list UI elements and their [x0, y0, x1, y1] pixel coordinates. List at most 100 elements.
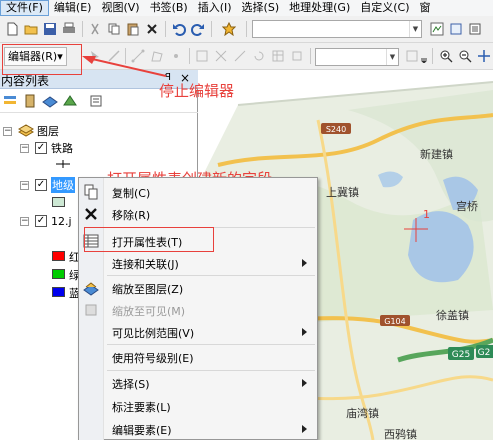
- copy-icon[interactable]: [105, 20, 123, 38]
- toolbar-separator: [82, 21, 83, 37]
- town-label: 上冀镇: [326, 185, 359, 199]
- green-band-swatch: [52, 269, 65, 279]
- copy-icon: [84, 184, 98, 200]
- chevron-down-icon[interactable]: ▼: [409, 21, 421, 37]
- redo-icon[interactable]: [189, 20, 207, 38]
- add-data-icon[interactable]: [216, 20, 242, 38]
- save-icon[interactable]: [41, 20, 59, 38]
- collapse-icon[interactable]: −: [3, 126, 12, 136]
- toc-window-icon[interactable]: [466, 20, 484, 38]
- ctx-label-features[interactable]: 标注要素(L): [79, 395, 317, 417]
- tree-row-raster[interactable]: − ✓ 12.j: [20, 212, 72, 230]
- menu-file[interactable]: 文件(F): [0, 0, 49, 16]
- submenu-arrow-icon: [302, 259, 307, 267]
- ctx-use-symbol-levels[interactable]: 使用符号级别(E): [79, 346, 317, 368]
- ctx-label: 缩放至图层(Z): [112, 283, 184, 296]
- red-band-swatch: [52, 251, 65, 261]
- ctx-label: 可见比例范围(V): [112, 327, 195, 340]
- ctx-copy[interactable]: 复制(C): [79, 181, 317, 203]
- scale-combo[interactable]: ▼: [252, 20, 422, 38]
- toolbar-separator: [246, 21, 247, 37]
- menu-insert[interactable]: 插入(I): [193, 0, 237, 16]
- layer-visibility-checkbox[interactable]: ✓: [35, 142, 47, 154]
- list-by-source-icon[interactable]: [22, 93, 38, 109]
- attribute-table-highlight-box: [84, 227, 214, 252]
- paste-icon[interactable]: [124, 20, 142, 38]
- delete-icon[interactable]: [143, 20, 161, 38]
- collapse-icon[interactable]: −: [20, 216, 29, 226]
- ctx-label: 移除(R): [112, 209, 151, 222]
- editor-toolbar-icon[interactable]: [428, 20, 446, 38]
- ctx-label: 标注要素(L): [112, 401, 171, 414]
- create-features-icon: [403, 47, 421, 65]
- standard-toolbar: ▼: [0, 16, 493, 43]
- road-shield-g2: G2: [478, 348, 491, 358]
- layer-visibility-checkbox[interactable]: ✓: [35, 179, 47, 191]
- undo-icon[interactable]: [170, 20, 188, 38]
- options-icon[interactable]: [88, 93, 104, 109]
- menu-selection[interactable]: 选择(S): [237, 0, 285, 16]
- layers-label: 图层: [37, 125, 59, 138]
- ctx-joins-relates[interactable]: 连接和关联(J): [79, 252, 317, 274]
- zoom-visible-icon: [85, 304, 97, 316]
- toolbar-separator: [432, 48, 433, 64]
- ctx-visible-scale-range[interactable]: 可见比例范围(V): [79, 321, 317, 343]
- submenu-arrow-icon: [302, 379, 307, 387]
- sketch-properties-icon: [288, 47, 306, 65]
- cut-icon[interactable]: [86, 20, 104, 38]
- menu-view[interactable]: 视图(V): [96, 0, 144, 16]
- collapse-icon[interactable]: −: [20, 180, 29, 190]
- toolbar-separator: [310, 48, 311, 64]
- editor-highlight-box: [2, 44, 82, 75]
- menu-geoprocessing[interactable]: 地理处理(G): [284, 0, 355, 16]
- ctx-label: 使用符号级别(E): [112, 352, 194, 365]
- collapse-icon[interactable]: −: [20, 143, 29, 153]
- zoom-out-icon[interactable]: [456, 47, 474, 65]
- layer-label: 12.j: [51, 214, 72, 228]
- toolbar-overflow-icon[interactable]: [420, 47, 428, 65]
- ctx-edit-features[interactable]: 编辑要素(E): [79, 418, 317, 440]
- tree-row-prefecture[interactable]: − ✓ 地级: [20, 176, 75, 194]
- annotation-arrow-icon: [82, 56, 167, 77]
- menu-bookmarks[interactable]: 书签(B): [145, 0, 193, 16]
- town-label: 新建镇: [420, 147, 453, 161]
- menu-separator: [107, 370, 315, 371]
- print-icon[interactable]: [60, 20, 78, 38]
- tree-row-railway[interactable]: − ✓ 铁路: [20, 139, 73, 157]
- polygon-symbol-swatch: [52, 197, 65, 207]
- list-by-selection-icon[interactable]: [62, 93, 78, 109]
- rotate-icon: [250, 47, 268, 65]
- catalog-icon[interactable]: [447, 20, 465, 38]
- layer-label: 地级: [51, 177, 75, 193]
- ctx-zoom-to-visible: 缩放至可见(M): [79, 299, 317, 321]
- layer-context-menu: 复制(C) 移除(R) 打开属性表(T) 连接和关联(J) 缩放至图层(Z) 缩…: [78, 177, 318, 440]
- ctx-label: 选择(S): [112, 378, 150, 391]
- zoom-in-icon[interactable]: [437, 47, 455, 65]
- town-label: 宫桥: [456, 199, 478, 213]
- new-document-icon[interactable]: [3, 20, 21, 38]
- list-by-drawing-order-icon[interactable]: [2, 93, 18, 109]
- menu-customize[interactable]: 自定义(C): [355, 0, 414, 16]
- menu-edit[interactable]: 编辑(E): [49, 0, 97, 16]
- ctx-label: 编辑要素(E): [112, 424, 172, 437]
- pan-icon[interactable]: [475, 47, 493, 65]
- ctx-zoom-to-layer[interactable]: 缩放至图层(Z): [79, 277, 317, 299]
- menu-bar: 文件(F) 编辑(E) 视图(V) 书签(B) 插入(I) 选择(S) 地理处理…: [0, 0, 493, 16]
- reshape-icon: [193, 47, 211, 65]
- ctx-selection[interactable]: 选择(S): [79, 372, 317, 394]
- menu-separator: [107, 344, 315, 345]
- submenu-arrow-icon: [302, 328, 307, 336]
- menu-windows[interactable]: 窗: [415, 0, 436, 16]
- open-folder-icon[interactable]: [22, 20, 40, 38]
- menu-separator: [107, 275, 315, 276]
- ctx-remove[interactable]: 移除(R): [79, 203, 317, 225]
- zoom-layer-icon: [83, 282, 99, 296]
- ctx-label: 复制(C): [112, 187, 151, 200]
- chevron-down-icon: ▼: [386, 49, 398, 65]
- toolbar-separator: [189, 48, 190, 64]
- tree-row-layers[interactable]: − 图层: [3, 122, 59, 140]
- attributes-icon: [269, 47, 287, 65]
- list-by-visibility-icon[interactable]: [42, 93, 58, 109]
- stop-editor-annotation: 停止编辑器: [159, 82, 235, 100]
- layer-visibility-checkbox[interactable]: ✓: [35, 215, 47, 227]
